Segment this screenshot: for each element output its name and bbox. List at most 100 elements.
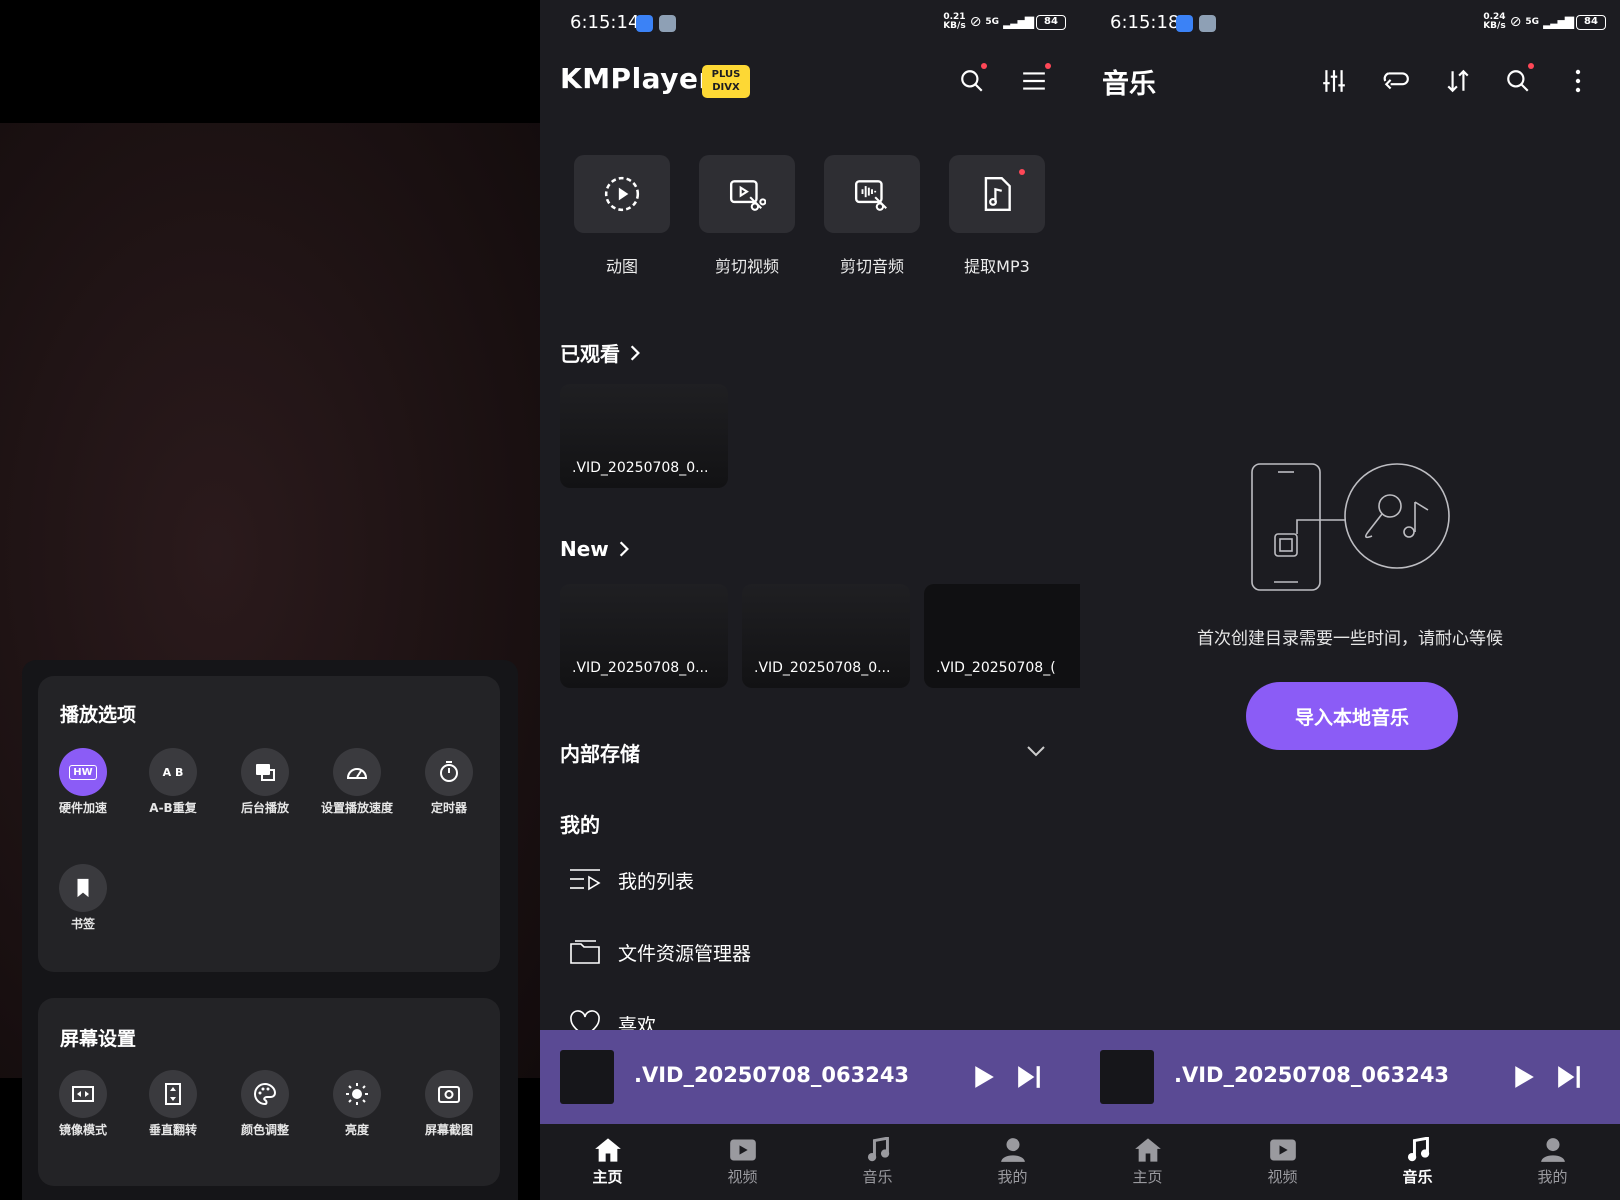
- cut-audio-icon: [854, 180, 887, 211]
- file-explorer-item[interactable]: 文件资源管理器: [568, 938, 751, 966]
- video-icon: [729, 1139, 756, 1161]
- tool-label: 剪切音频: [839, 257, 904, 276]
- option-label: 设置播放速度: [321, 801, 394, 815]
- menu-icon: [1023, 72, 1045, 90]
- mini-player-title: .VID_20250708_063243: [1174, 1063, 1450, 1087]
- mini-player[interactable]: .VID_20250708_063243: [540, 1030, 1080, 1124]
- sort-icon: [1447, 69, 1469, 93]
- ab-repeat-option[interactable]: A B A-B重复: [128, 748, 218, 815]
- status-time: 6:15:14: [570, 12, 640, 33]
- brightness-icon: [333, 1070, 381, 1118]
- playback-options-card: 播放选项 HW 硬件加速 A B A-B重复 后台播放 设置播放速度 定时器 书…: [38, 676, 500, 972]
- battery-icon: 84: [1036, 14, 1066, 30]
- network-speed-unit: KB/s: [943, 21, 966, 31]
- color-adjust-option[interactable]: 颜色调整: [220, 1070, 310, 1137]
- nav-home[interactable]: 主页: [540, 1124, 675, 1200]
- internal-storage-header[interactable]: 内部存储: [560, 738, 640, 767]
- speed-icon: [333, 748, 381, 796]
- bookmark-icon: [59, 864, 107, 912]
- sort-button[interactable]: [1440, 63, 1476, 99]
- mini-player[interactable]: .VID_20250708_063243: [1080, 1030, 1620, 1124]
- signal-label: 5G: [985, 17, 1000, 27]
- bookmark-option[interactable]: 书签: [38, 864, 128, 931]
- gif-tool[interactable]: 动图: [574, 155, 670, 277]
- watched-section-header[interactable]: 已观看: [560, 338, 642, 367]
- playback-speed-option[interactable]: 设置播放速度: [312, 748, 402, 815]
- equalizer-button[interactable]: [1316, 63, 1352, 99]
- option-label: 屏幕截图: [424, 1123, 473, 1137]
- screenshot-option[interactable]: 屏幕截图: [404, 1070, 494, 1137]
- nav-music[interactable]: 音乐: [1350, 1124, 1485, 1200]
- new-video-thumb[interactable]: .VID_20250708_(: [924, 584, 1080, 688]
- nav-video[interactable]: 视频: [675, 1124, 810, 1200]
- notification-dot: [1019, 169, 1025, 175]
- signal-label: 5G: [1525, 17, 1540, 27]
- music-icon: [867, 1137, 889, 1162]
- video-icon: [1269, 1139, 1296, 1161]
- nav-mine[interactable]: 我的: [945, 1124, 1080, 1200]
- hardware-accel-option[interactable]: HW 硬件加速: [38, 748, 128, 815]
- new-video-thumb[interactable]: .VID_20250708_0...: [742, 584, 910, 688]
- skip-next-icon[interactable]: [1556, 1065, 1582, 1089]
- nav-music[interactable]: 音乐: [810, 1124, 945, 1200]
- ab-repeat-icon: A B: [149, 748, 197, 796]
- chevron-right-icon: [630, 344, 640, 361]
- play-icon[interactable]: [973, 1065, 995, 1089]
- nav-video[interactable]: 视频: [1215, 1124, 1350, 1200]
- notification-dot: [981, 63, 987, 69]
- new-video-thumb[interactable]: .VID_20250708_0...: [560, 584, 728, 688]
- folder-icon: [570, 940, 600, 964]
- new-section-header[interactable]: New: [560, 537, 631, 561]
- my-playlist-item[interactable]: 我的列表: [568, 866, 694, 894]
- phone-music-illustration-icon: [1251, 463, 1450, 591]
- battery-icon: 84: [1576, 14, 1606, 30]
- skip-next-icon[interactable]: [1016, 1065, 1042, 1089]
- extract-mp3-tool[interactable]: 提取MP3: [949, 155, 1045, 277]
- mini-player-title: .VID_20250708_063243: [634, 1063, 910, 1087]
- nav-mine[interactable]: 我的: [1485, 1124, 1620, 1200]
- search-icon: [961, 70, 983, 92]
- search-icon: [1507, 70, 1529, 92]
- plus-divx-badge: PLUS DIVX: [702, 65, 750, 98]
- option-label: 硬件加速: [58, 801, 107, 815]
- home-icon: [594, 1138, 621, 1162]
- option-label: 颜色调整: [240, 1123, 289, 1137]
- screenshot-icon: [425, 1070, 473, 1118]
- option-label: 定时器: [430, 801, 467, 815]
- empty-state-message: 首次创建目录需要一些时间，请耐心等候: [1197, 629, 1503, 649]
- background-play-option[interactable]: 后台播放: [220, 748, 310, 815]
- extract-mp3-icon: [984, 176, 1011, 212]
- hw-icon: HW: [59, 748, 107, 796]
- menu-button[interactable]: [1016, 63, 1052, 99]
- more-button[interactable]: [1568, 63, 1588, 99]
- home-screen: 6:15:14 0.21 KB/s ⊘ 5G ▂▃▅▇ 84 KMPlayer P…: [540, 0, 1080, 1200]
- tool-label: 动图: [605, 257, 638, 276]
- signal-icon: ▂▃▅▇: [1543, 15, 1574, 29]
- bottom-navigation: 主页 视频 音乐 我的: [540, 1124, 1080, 1200]
- vertical-flip-option[interactable]: 垂直翻转: [128, 1070, 218, 1137]
- option-label: 垂直翻转: [148, 1123, 197, 1137]
- mirror-option[interactable]: 镜像模式: [38, 1070, 128, 1137]
- timer-option[interactable]: 定时器: [404, 748, 494, 815]
- notification-dot: [1045, 63, 1051, 69]
- app-notification-icon: [1176, 15, 1193, 32]
- cut-video-tool[interactable]: 剪切视频: [699, 155, 795, 277]
- play-icon[interactable]: [1513, 1065, 1535, 1089]
- link-icon: ⊘: [1509, 14, 1522, 30]
- bottom-navigation: 主页 视频 音乐 我的: [1080, 1124, 1620, 1200]
- screen-settings-title: 屏幕设置: [60, 1028, 137, 1050]
- watched-video-thumb[interactable]: .VID_20250708_0...: [560, 384, 728, 488]
- chevron-down-icon[interactable]: [1026, 744, 1046, 758]
- cut-audio-tool[interactable]: 剪切音频: [824, 155, 920, 277]
- repeat-button[interactable]: [1378, 63, 1414, 99]
- tool-label: 提取MP3: [964, 257, 1030, 276]
- notification-dot: [1528, 63, 1534, 69]
- page-title: 音乐: [1102, 69, 1156, 100]
- search-button[interactable]: [954, 63, 990, 99]
- chevron-right-icon: [619, 541, 629, 557]
- nav-home[interactable]: 主页: [1080, 1124, 1215, 1200]
- import-local-music-button[interactable]: 导入本地音乐: [1246, 682, 1458, 750]
- network-speed-unit: KB/s: [1483, 21, 1506, 31]
- search-button[interactable]: [1500, 63, 1536, 99]
- brightness-option[interactable]: 亮度: [312, 1070, 402, 1137]
